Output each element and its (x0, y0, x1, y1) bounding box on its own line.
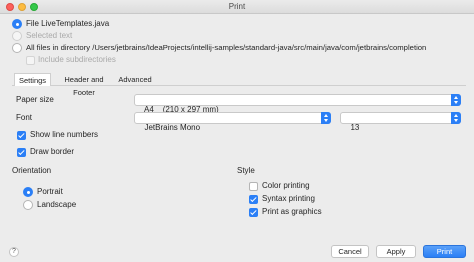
print-as-graphics-checkbox[interactable] (249, 208, 258, 217)
font-value: JetBrains Mono (144, 123, 201, 132)
stepper-icon (321, 112, 331, 124)
font-size-value: 13 (350, 123, 360, 132)
help-icon[interactable]: ? (9, 247, 19, 257)
portrait-radio[interactable] (23, 187, 33, 197)
syntax-printing-checkbox[interactable] (249, 195, 258, 204)
color-printing-checkbox[interactable] (249, 182, 258, 191)
paper-size-select[interactable]: A4 (210 x 297 mm) (134, 94, 461, 114)
portrait-label: Portrait (37, 187, 63, 196)
color-printing-label: Color printing (262, 181, 310, 190)
paper-size-label: Paper size (16, 95, 54, 104)
landscape-radio[interactable] (23, 200, 33, 210)
tab-advanced[interactable]: Advanced (117, 73, 153, 86)
draw-border-checkbox[interactable] (17, 148, 26, 157)
all-files-label: All files in directory /Users/jetbrains/… (26, 43, 427, 52)
tab-header-and-footer[interactable]: Header and Footer (53, 73, 115, 97)
orientation-heading: Orientation (12, 166, 52, 175)
file-radio[interactable] (12, 19, 22, 29)
apply-button[interactable]: Apply (376, 245, 416, 258)
file-radio-label: File LiveTemplates.java (26, 19, 110, 28)
cancel-button[interactable]: Cancel (331, 245, 369, 258)
print-as-graphics-label: Print as graphics (262, 207, 322, 216)
selected-text-label: Selected text (26, 31, 73, 40)
all-files-radio[interactable] (12, 43, 22, 53)
selected-text-radio[interactable] (12, 31, 22, 41)
show-line-numbers-label: Show line numbers (30, 130, 99, 139)
title-bar: Print (0, 0, 474, 14)
stepper-icon (451, 94, 461, 106)
font-select[interactable]: JetBrains Mono (134, 112, 331, 132)
tab-settings[interactable]: Settings (14, 73, 51, 86)
syntax-printing-label: Syntax printing (262, 194, 315, 203)
font-label: Font (16, 113, 33, 122)
print-button[interactable]: Print (423, 245, 466, 258)
style-heading: Style (237, 166, 255, 175)
draw-border-label: Draw border (30, 147, 75, 156)
include-subdirectories-checkbox[interactable] (26, 56, 35, 65)
landscape-label: Landscape (37, 200, 77, 209)
show-line-numbers-checkbox[interactable] (17, 131, 26, 140)
font-size-select[interactable]: 13 (340, 112, 461, 132)
window-title: Print (228, 2, 246, 11)
tab-bar: Settings Header and Footer Advanced (12, 73, 466, 97)
stepper-icon (451, 112, 461, 124)
include-subdirectories-label: Include subdirectories (38, 55, 116, 64)
